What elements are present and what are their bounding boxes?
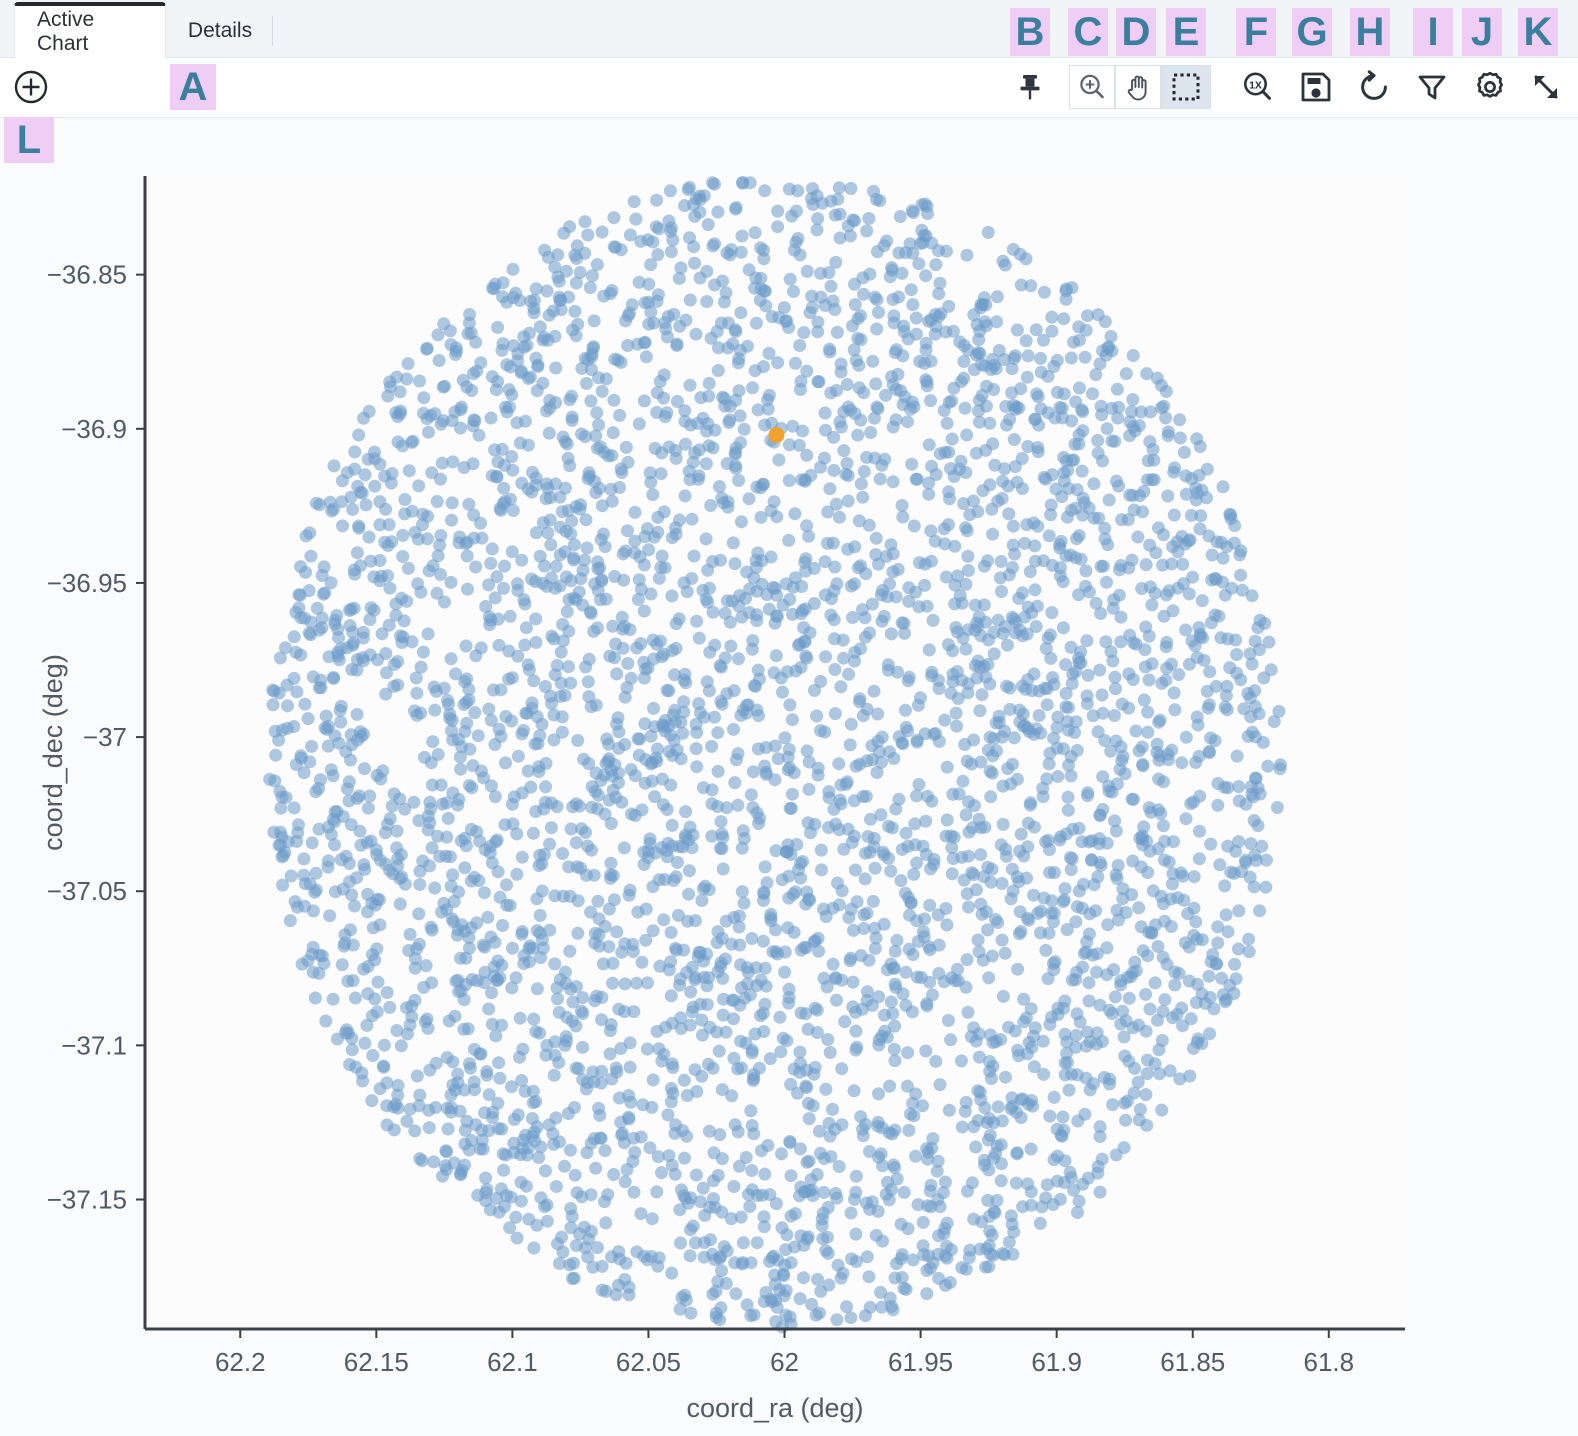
badge-F: F bbox=[1236, 8, 1276, 56]
svg-text:−36.85: −36.85 bbox=[47, 260, 127, 290]
tab-divider bbox=[272, 16, 273, 46]
diagonal-arrows-icon bbox=[1529, 70, 1563, 104]
pin-icon bbox=[1014, 71, 1046, 103]
svg-text:61.85: 61.85 bbox=[1160, 1347, 1225, 1377]
refresh-button[interactable] bbox=[1351, 64, 1397, 110]
badge-L: L bbox=[4, 117, 54, 163]
tab-details[interactable]: Details bbox=[170, 4, 270, 58]
svg-text:coord_ra (deg): coord_ra (deg) bbox=[686, 1393, 863, 1423]
tab-active-chart[interactable]: Active Chart bbox=[14, 2, 166, 58]
dashed-box-icon bbox=[1162, 66, 1210, 108]
svg-text:−36.9: −36.9 bbox=[61, 414, 127, 444]
plus-circle-icon bbox=[12, 68, 50, 106]
hand-icon bbox=[1116, 66, 1160, 108]
add-chart-button[interactable] bbox=[8, 64, 54, 110]
zoom-reset-button[interactable]: 1X bbox=[1235, 64, 1281, 110]
box-select-button[interactable] bbox=[1161, 65, 1211, 109]
magnifier-1x-icon: 1X bbox=[1240, 69, 1276, 105]
funnel-icon bbox=[1416, 71, 1448, 103]
badge-K: K bbox=[1518, 8, 1558, 56]
chart-toolbar: 1X bbox=[0, 58, 1578, 118]
svg-text:62: 62 bbox=[770, 1347, 799, 1377]
magnifier-plus-icon bbox=[1070, 66, 1114, 108]
badge-H: H bbox=[1350, 8, 1390, 56]
svg-text:−37.15: −37.15 bbox=[47, 1185, 127, 1215]
svg-text:62.1: 62.1 bbox=[487, 1347, 538, 1377]
tab-active-chart-label: Active Chart bbox=[37, 8, 95, 55]
svg-text:−36.95: −36.95 bbox=[47, 568, 127, 598]
svg-text:coord_dec (deg): coord_dec (deg) bbox=[38, 654, 68, 851]
badge-B: B bbox=[1010, 8, 1050, 56]
svg-text:61.9: 61.9 bbox=[1031, 1347, 1082, 1377]
svg-text:1X: 1X bbox=[1249, 79, 1262, 91]
svg-text:−37: −37 bbox=[83, 722, 127, 752]
svg-text:62.2: 62.2 bbox=[215, 1347, 266, 1377]
badge-J: J bbox=[1462, 8, 1502, 56]
save-button[interactable] bbox=[1293, 64, 1339, 110]
svg-text:61.95: 61.95 bbox=[888, 1347, 953, 1377]
svg-text:−37.1: −37.1 bbox=[61, 1030, 127, 1060]
gear-icon bbox=[1473, 70, 1507, 104]
pan-button[interactable] bbox=[1115, 65, 1161, 109]
svg-text:−37.05: −37.05 bbox=[47, 876, 127, 906]
badge-I: I bbox=[1413, 8, 1453, 56]
badge-G: G bbox=[1292, 8, 1332, 56]
zoom-in-button[interactable] bbox=[1069, 65, 1115, 109]
tab-bar: Active Chart Details bbox=[0, 0, 1578, 58]
pin-button[interactable] bbox=[1007, 64, 1053, 110]
scatter-plot-svg[interactable]: 62.2 62.15 62.1 62.05 62 61.95 61.9 61.85 61.8 −3… bbox=[0, 119, 1578, 1436]
refresh-icon bbox=[1357, 70, 1391, 104]
chart-window: Active Chart Details 1X 62.2 62.15 62.1 … bbox=[0, 0, 1578, 1436]
svg-text:62.15: 62.15 bbox=[344, 1347, 409, 1377]
filter-button[interactable] bbox=[1409, 64, 1455, 110]
badge-E: E bbox=[1166, 8, 1206, 56]
chart-plot-area[interactable]: 62.2 62.15 62.1 62.05 62 61.95 61.9 61.85 61.8 −3… bbox=[0, 119, 1578, 1436]
floppy-save-icon bbox=[1299, 70, 1333, 104]
badge-A: A bbox=[170, 64, 216, 110]
settings-button[interactable] bbox=[1467, 64, 1513, 110]
svg-text:62.05: 62.05 bbox=[616, 1347, 681, 1377]
svg-text:61.8: 61.8 bbox=[1303, 1347, 1354, 1377]
badge-C: C bbox=[1068, 8, 1108, 56]
badge-D: D bbox=[1116, 8, 1156, 56]
expand-button[interactable] bbox=[1523, 64, 1569, 110]
tab-details-label: Details bbox=[187, 19, 253, 42]
